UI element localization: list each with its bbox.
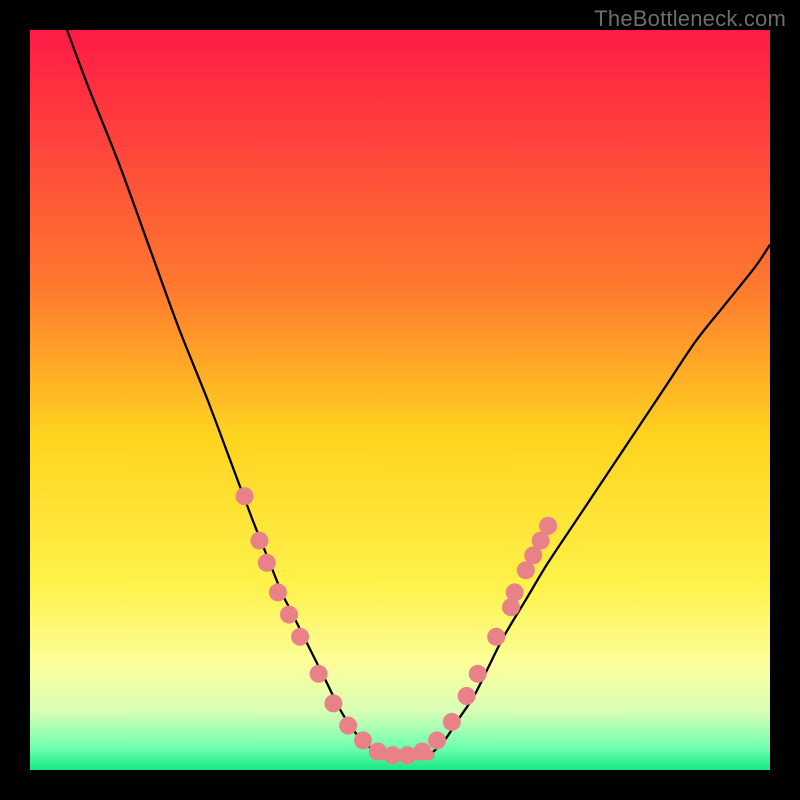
marker-point bbox=[280, 606, 298, 624]
marker-point bbox=[236, 487, 254, 505]
chart-plot bbox=[30, 30, 770, 770]
marker-point bbox=[258, 554, 276, 572]
watermark-text: TheBottleneck.com bbox=[594, 6, 786, 32]
marker-point bbox=[469, 665, 487, 683]
marker-point bbox=[487, 628, 505, 646]
marker-point bbox=[291, 628, 309, 646]
chart-svg bbox=[30, 30, 770, 770]
chart-frame: TheBottleneck.com bbox=[0, 0, 800, 800]
marker-point bbox=[339, 717, 357, 735]
marker-point bbox=[250, 532, 268, 550]
marker-point bbox=[539, 517, 557, 535]
marker-point bbox=[310, 665, 328, 683]
gradient-bg bbox=[30, 30, 770, 770]
marker-point bbox=[354, 731, 372, 749]
marker-point bbox=[269, 583, 287, 601]
marker-point bbox=[324, 694, 342, 712]
marker-point bbox=[443, 713, 461, 731]
marker-point bbox=[458, 687, 476, 705]
marker-point bbox=[413, 743, 431, 761]
marker-point bbox=[506, 583, 524, 601]
marker-point bbox=[428, 731, 446, 749]
